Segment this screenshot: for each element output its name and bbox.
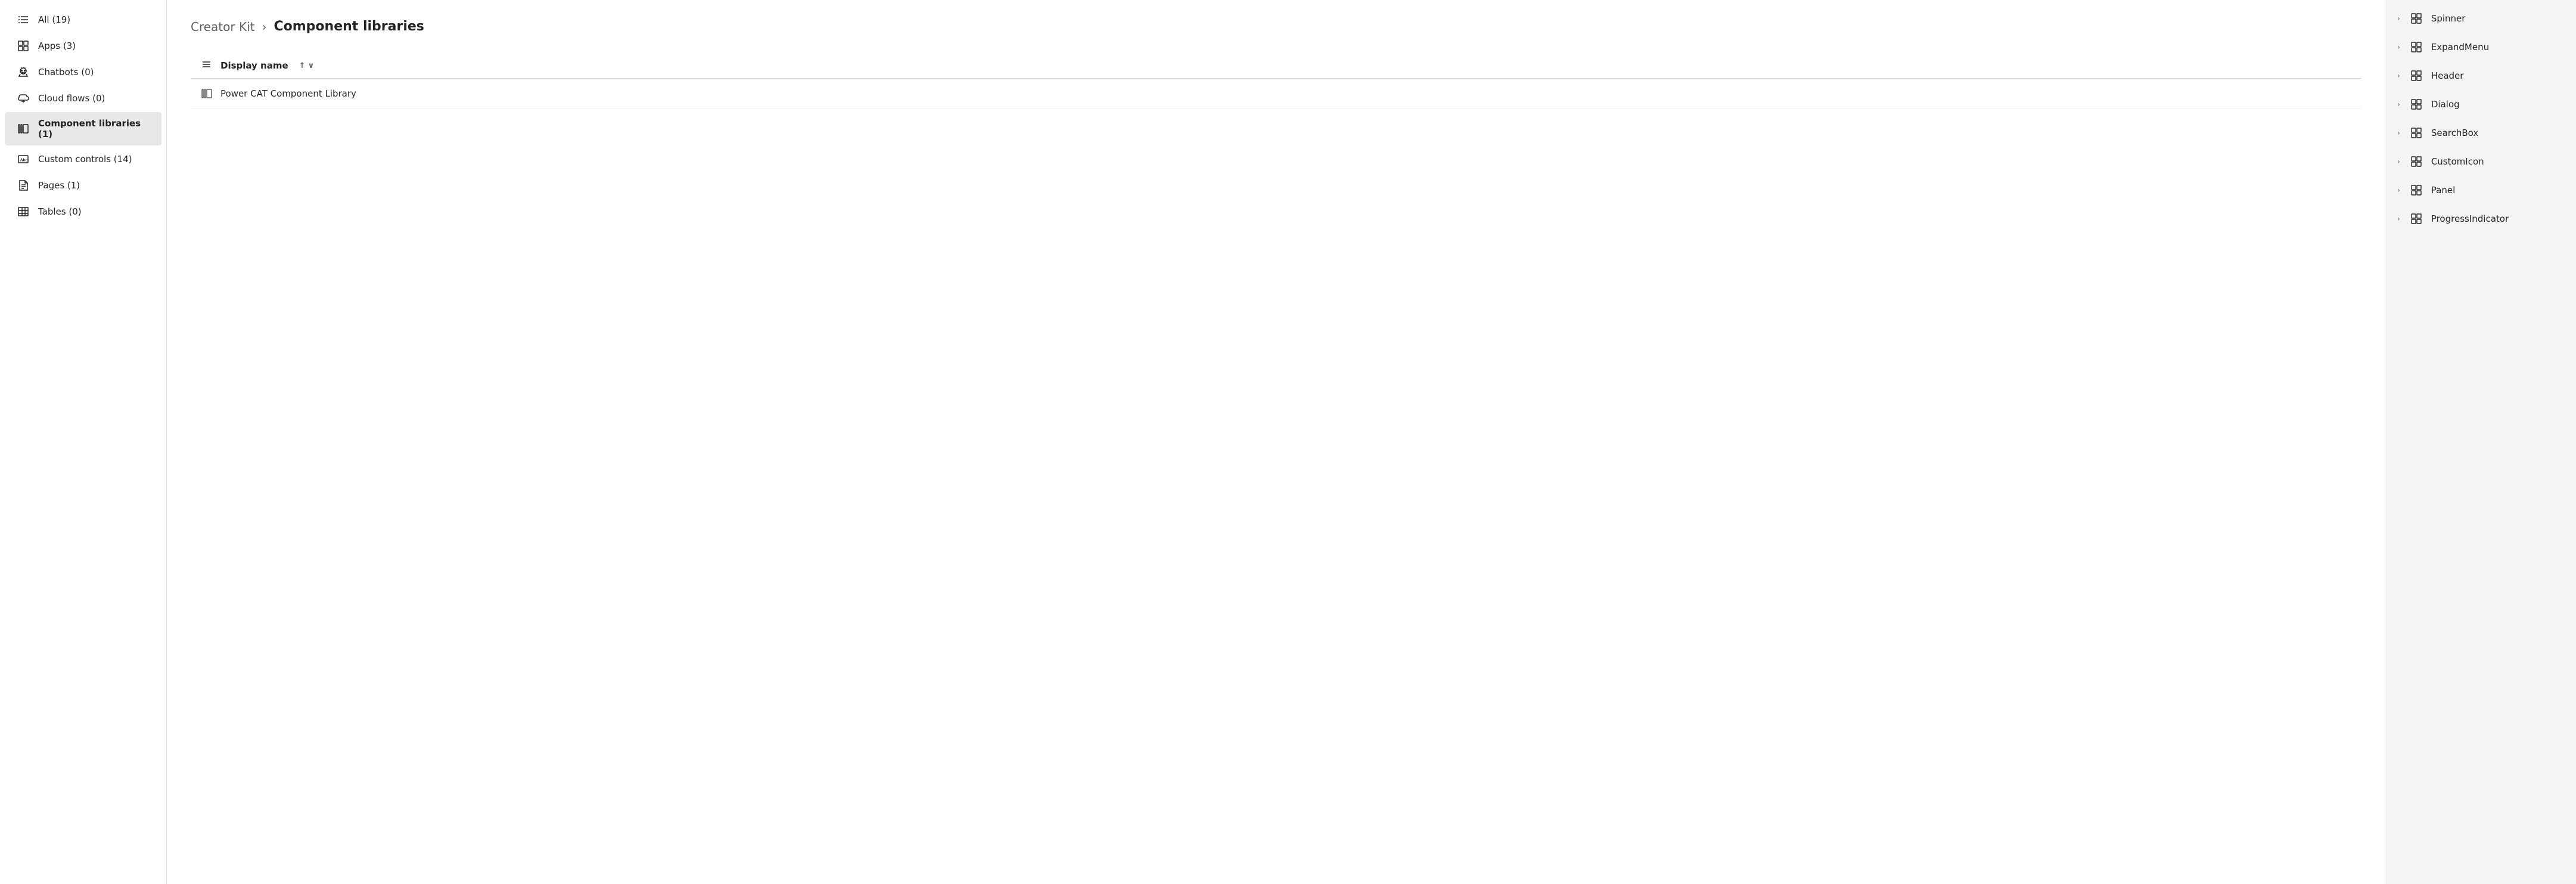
chevron-right-icon: › bbox=[2397, 72, 2400, 80]
sidebar-item-custom-controls[interactable]: Abc Custom controls (14) bbox=[5, 147, 161, 172]
right-sidebar-item-customicon-label: CustomIcon bbox=[2431, 156, 2484, 167]
sidebar-item-all-label: All (19) bbox=[38, 14, 70, 25]
right-sidebar-item-progressindicator-label: ProgressIndicator bbox=[2431, 213, 2509, 224]
flow-icon bbox=[17, 92, 30, 105]
sidebar-item-cloud-flows[interactable]: Cloud flows (0) bbox=[5, 86, 161, 111]
pages-icon bbox=[17, 179, 30, 192]
table-row-name: Power CAT Component Library bbox=[220, 88, 356, 99]
sort-down-arrow[interactable]: ∨ bbox=[308, 61, 315, 70]
sidebar-item-tables[interactable]: Tables (0) bbox=[5, 199, 161, 224]
list-icon bbox=[17, 13, 30, 26]
right-sidebar-item-spinner[interactable]: › Spinner bbox=[2385, 5, 2576, 32]
library-icon bbox=[17, 122, 30, 135]
right-sidebar-item-dialog-label: Dialog bbox=[2431, 99, 2460, 110]
breadcrumb-parent[interactable]: Creator Kit bbox=[191, 20, 254, 34]
breadcrumb: Creator Kit › Component libraries bbox=[191, 19, 2361, 34]
right-sidebar-item-header[interactable]: › Header bbox=[2385, 62, 2576, 89]
chatbot-icon bbox=[17, 66, 30, 79]
chevron-right-icon: › bbox=[2397, 129, 2400, 137]
right-sidebar-item-expandmenu-label: ExpandMenu bbox=[2431, 42, 2489, 52]
component-icon-searchbox bbox=[2410, 126, 2423, 139]
right-sidebar-item-searchbox[interactable]: › SearchBox bbox=[2385, 119, 2576, 147]
main-content: Creator Kit › Component libraries bbox=[167, 0, 2385, 884]
chevron-right-icon: › bbox=[2397, 186, 2400, 194]
left-sidebar: All (19) Apps (3) bbox=[0, 0, 167, 884]
sidebar-item-pages[interactable]: Pages (1) bbox=[5, 173, 161, 198]
right-sidebar-item-customicon[interactable]: › CustomIcon bbox=[2385, 148, 2576, 175]
chevron-right-icon: › bbox=[2397, 14, 2400, 23]
component-icon-panel bbox=[2410, 184, 2423, 197]
right-sidebar-item-searchbox-label: SearchBox bbox=[2431, 128, 2478, 138]
sidebar-item-component-libraries-label: Component libraries (1) bbox=[38, 118, 150, 139]
app-layout: All (19) Apps (3) bbox=[0, 0, 2576, 884]
breadcrumb-separator: › bbox=[262, 20, 266, 34]
table-row[interactable]: Power CAT Component Library bbox=[191, 79, 2361, 109]
chevron-right-icon: › bbox=[2397, 43, 2400, 51]
sidebar-item-tables-label: Tables (0) bbox=[38, 206, 82, 217]
component-icon-dialog bbox=[2410, 98, 2423, 111]
sidebar-item-cloud-flows-label: Cloud flows (0) bbox=[38, 93, 105, 104]
sidebar-item-all[interactable]: All (19) bbox=[5, 7, 161, 32]
component-icon-customicon bbox=[2410, 155, 2423, 168]
sidebar-item-component-libraries[interactable]: Component libraries (1) bbox=[5, 112, 161, 145]
sort-arrows: ↑ ∨ bbox=[299, 61, 314, 70]
sidebar-item-pages-label: Pages (1) bbox=[38, 180, 80, 191]
right-sidebar-item-progressindicator[interactable]: › ProgressIndicator bbox=[2385, 205, 2576, 232]
right-sidebar: › Spinner › ExpandM bbox=[2385, 0, 2576, 884]
sidebar-item-chatbots[interactable]: Chatbots (0) bbox=[5, 60, 161, 85]
right-sidebar-item-panel[interactable]: › Panel bbox=[2385, 176, 2576, 204]
chevron-right-icon: › bbox=[2397, 157, 2400, 166]
content-table: Display name ↑ ∨ Power CAT Component Lib… bbox=[191, 53, 2361, 109]
apps-icon bbox=[17, 39, 30, 52]
table-header: Display name ↑ ∨ bbox=[191, 53, 2361, 79]
sidebar-item-custom-controls-label: Custom controls (14) bbox=[38, 154, 132, 165]
breadcrumb-current: Component libraries bbox=[274, 19, 424, 34]
right-sidebar-item-dialog[interactable]: › Dialog bbox=[2385, 91, 2576, 118]
right-sidebar-item-spinner-label: Spinner bbox=[2431, 13, 2466, 24]
sort-up-arrow[interactable]: ↑ bbox=[299, 61, 306, 70]
svg-text:Abc: Abc bbox=[20, 158, 27, 163]
abc-icon: Abc bbox=[17, 153, 30, 166]
component-icon-spinner bbox=[2410, 12, 2423, 25]
right-sidebar-item-header-label: Header bbox=[2431, 70, 2464, 81]
right-sidebar-item-panel-label: Panel bbox=[2431, 185, 2455, 196]
right-sidebar-item-expandmenu[interactable]: › ExpandMenu bbox=[2385, 33, 2576, 61]
chevron-right-icon: › bbox=[2397, 215, 2400, 223]
sidebar-item-apps-label: Apps (3) bbox=[38, 41, 76, 51]
sidebar-item-chatbots-label: Chatbots (0) bbox=[38, 67, 94, 77]
column-header-icon bbox=[200, 59, 213, 72]
component-icon-expandmenu bbox=[2410, 41, 2423, 54]
tables-icon bbox=[17, 205, 30, 218]
row-library-icon bbox=[200, 87, 213, 100]
column-header-label: Display name bbox=[220, 60, 288, 71]
component-icon-progressindicator bbox=[2410, 212, 2423, 225]
sidebar-item-apps[interactable]: Apps (3) bbox=[5, 33, 161, 58]
component-icon-header bbox=[2410, 69, 2423, 82]
chevron-right-icon: › bbox=[2397, 100, 2400, 108]
